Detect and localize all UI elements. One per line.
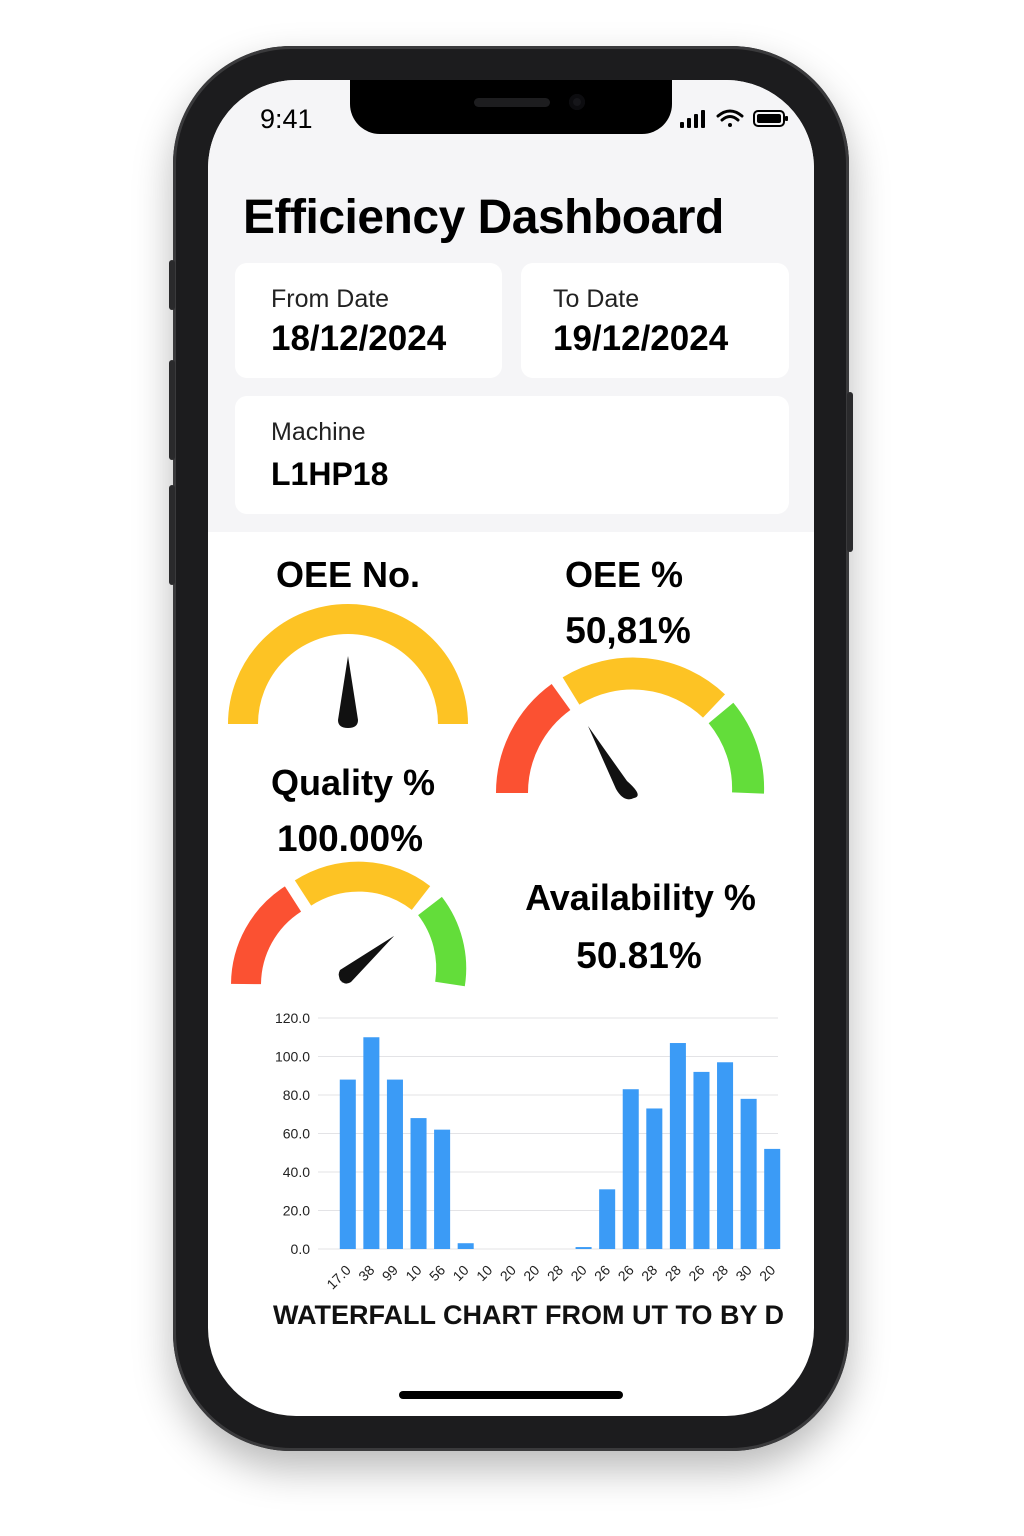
bar (717, 1062, 734, 1249)
bar (457, 1243, 474, 1249)
waterfall-chart: 0.020.040.060.080.0100.0120.017.0 38 99 10 5… (275, 1010, 781, 1293)
x-tick-label: 28 (662, 1262, 684, 1284)
y-tick-label: 0.0 (291, 1241, 311, 1257)
x-tick-label: 20 (520, 1262, 542, 1284)
silent-switch (169, 260, 175, 310)
bar (434, 1129, 451, 1249)
x-tick-label: 28 (709, 1262, 731, 1284)
x-tick-label: 28 (544, 1262, 566, 1284)
y-tick-label: 40.0 (283, 1164, 310, 1180)
bar (669, 1043, 686, 1249)
bar (599, 1189, 616, 1249)
y-tick-label: 80.0 (283, 1087, 310, 1103)
bar (410, 1118, 427, 1249)
x-tick-label: 20 (497, 1262, 519, 1284)
volume-down-button (169, 485, 175, 585)
x-tick-label: 10 (473, 1262, 495, 1284)
bar (363, 1037, 380, 1249)
x-tick-label: 56 (426, 1262, 448, 1284)
y-tick-label: 120.0 (275, 1010, 310, 1026)
x-tick-label: 38 (355, 1262, 377, 1284)
y-tick-label: 60.0 (283, 1126, 310, 1142)
y-tick-label: 100.0 (275, 1049, 310, 1065)
bar (740, 1098, 757, 1249)
x-tick-label: 99 (379, 1262, 401, 1284)
x-tick-label: 26 (685, 1262, 707, 1284)
x-tick-label: 20 (756, 1262, 778, 1284)
x-tick-label: 10 (402, 1262, 424, 1284)
x-tick-label: 30 (732, 1262, 754, 1284)
bar (575, 1247, 592, 1249)
bar (646, 1108, 663, 1249)
x-tick-label: 17.0 (323, 1262, 354, 1293)
power-button (847, 392, 853, 552)
bar (622, 1089, 639, 1249)
bar (693, 1071, 710, 1249)
x-tick-label: 28 (638, 1262, 660, 1284)
x-tick-label: 10 (449, 1262, 471, 1284)
volume-up-button (169, 360, 175, 460)
bar (339, 1079, 356, 1249)
y-tick-label: 20.0 (283, 1203, 310, 1219)
x-tick-label: 26 (615, 1262, 637, 1284)
x-tick-label: 20 (567, 1262, 589, 1284)
phone-screen: 9:41 Efficiency Dashboard From Date 18/1… (208, 80, 814, 1416)
bar (764, 1148, 781, 1249)
bar (386, 1079, 403, 1249)
x-tick-label: 26 (591, 1262, 613, 1284)
home-indicator[interactable] (399, 1391, 623, 1399)
chart-caption: WATERFALL CHART FROM UT TO BY D (273, 1300, 784, 1330)
